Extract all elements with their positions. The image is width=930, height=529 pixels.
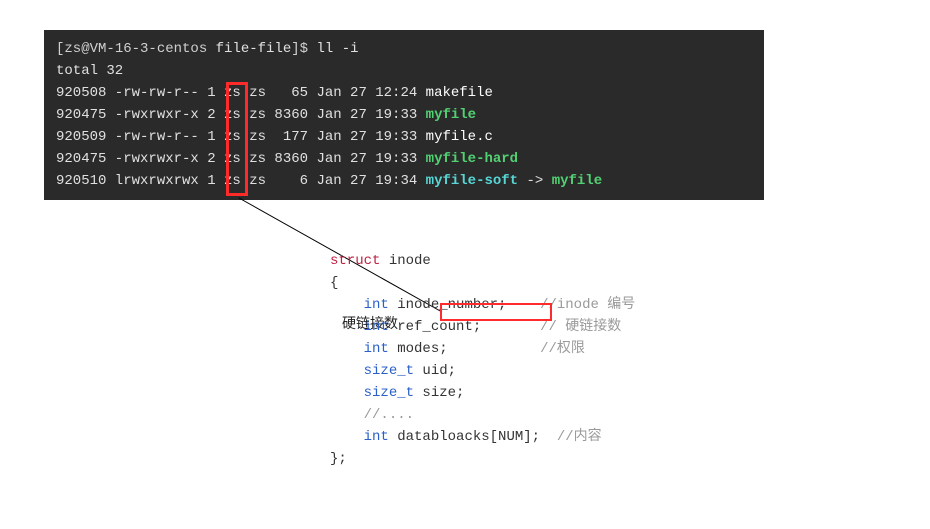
file-row: 920508 -rw-rw-r-- 1 zs zs 65 Jan 27 12:2…	[56, 82, 752, 104]
file-name: myfile-hard	[426, 151, 518, 167]
file-name: myfile-soft	[426, 173, 518, 189]
file-name: myfile	[426, 107, 476, 123]
file-name: makefile	[426, 85, 493, 101]
struct-inode-code: struct inode { int inode_number; //inode…	[330, 250, 635, 470]
prompt-dir: file-file	[216, 41, 292, 57]
prompt-user: zs@VM-16-3-centos	[64, 41, 207, 57]
file-row: 920509 -rw-rw-r-- 1 zs zs 177 Jan 27 19:…	[56, 126, 752, 148]
total-line: total 32	[56, 60, 752, 82]
file-row: 920510 lrwxrwxrwx 1 zs zs 6 Jan 27 19:34…	[56, 170, 752, 192]
symlink-target: myfile	[552, 173, 602, 189]
file-row: 920475 -rwxrwxr-x 2 zs zs 8360 Jan 27 19…	[56, 104, 752, 126]
terminal-output: [zs@VM-16-3-centos file-file]$ ll -i tot…	[44, 30, 764, 200]
command-text: ll -i	[316, 41, 358, 57]
terminal-prompt-line: [zs@VM-16-3-centos file-file]$ ll -i	[56, 38, 752, 60]
file-name: myfile.c	[426, 129, 493, 145]
file-row: 920475 -rwxrwxr-x 2 zs zs 8360 Jan 27 19…	[56, 148, 752, 170]
